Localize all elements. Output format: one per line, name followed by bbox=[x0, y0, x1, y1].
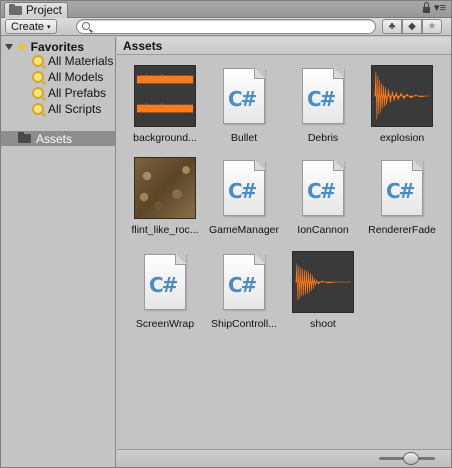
expand-triangle-icon[interactable] bbox=[5, 43, 13, 50]
toolbar: Create ▾ ♣ ◆ ★ bbox=[1, 18, 451, 36]
folder-icon bbox=[9, 4, 22, 15]
favorites-item-all-prefabs[interactable]: All Prefabs bbox=[32, 85, 106, 101]
favorites-item-label: All Prefabs bbox=[48, 86, 107, 100]
asset-label: GameManager bbox=[208, 224, 280, 236]
asset-item[interactable]: C# Debris bbox=[284, 65, 362, 157]
asset-thumbnail: C# bbox=[213, 65, 275, 127]
sidebar: ★ Favorites All Materials All Models All… bbox=[1, 37, 116, 467]
asset-item[interactable]: C# Bullet bbox=[205, 65, 283, 157]
breadcrumb-assets[interactable]: Assets bbox=[123, 39, 162, 53]
create-dropdown-button[interactable]: Create ▾ bbox=[5, 19, 57, 34]
folder-icon bbox=[18, 132, 31, 143]
asset-label: background... bbox=[133, 132, 197, 144]
asset-item[interactable]: C# RendererFade bbox=[363, 157, 441, 249]
tab-project[interactable]: Project bbox=[4, 2, 68, 18]
breadcrumb: Assets bbox=[117, 37, 451, 55]
star-icon: ★ bbox=[427, 21, 437, 32]
sidebar-item-assets[interactable]: Assets bbox=[1, 131, 115, 146]
asset-thumbnail: C# bbox=[213, 157, 275, 219]
tab-bar: Project ▾≡ bbox=[1, 1, 451, 18]
asset-item[interactable]: flint_like_roc... bbox=[126, 157, 204, 249]
favorites-header[interactable]: ★ Favorites bbox=[5, 39, 84, 54]
saved-search-icon bbox=[32, 87, 44, 99]
csharp-script-icon: C# bbox=[302, 68, 344, 124]
save-search-favorite-button[interactable]: ★ bbox=[422, 19, 442, 34]
audio-waveform-icon bbox=[292, 251, 354, 313]
csharp-script-icon: C# bbox=[144, 254, 186, 310]
asset-label: Debris bbox=[307, 132, 339, 144]
search-by-label-button[interactable]: ◆ bbox=[402, 19, 422, 34]
favorites-item-all-models[interactable]: All Models bbox=[32, 69, 103, 85]
asset-thumbnail bbox=[371, 65, 433, 127]
asset-label: explosion bbox=[379, 132, 425, 144]
asset-label: IonCannon bbox=[297, 224, 349, 236]
csharp-script-icon: C# bbox=[223, 68, 265, 124]
asset-item[interactable]: background... bbox=[126, 65, 204, 157]
asset-item[interactable]: C# IonCannon bbox=[284, 157, 362, 249]
saved-search-icon bbox=[32, 55, 44, 67]
csharp-script-icon: C# bbox=[223, 160, 265, 216]
asset-label: shoot bbox=[310, 318, 336, 330]
asset-thumbnail: C# bbox=[134, 251, 196, 313]
asset-browser: Assets background... C# Bullet C# Debris… bbox=[117, 37, 451, 468]
type-filter-icon: ♣ bbox=[388, 21, 396, 32]
asset-thumbnail: C# bbox=[213, 251, 275, 313]
asset-thumbnail bbox=[292, 251, 354, 313]
asset-label: Bullet bbox=[230, 132, 258, 144]
tab-controls: ▾≡ bbox=[423, 2, 446, 14]
asset-item[interactable]: shoot bbox=[284, 251, 362, 343]
asset-item[interactable]: C# ScreenWrap bbox=[126, 251, 204, 343]
search-field[interactable] bbox=[76, 19, 376, 34]
asset-item[interactable]: C# GameManager bbox=[205, 157, 283, 249]
search-by-type-button[interactable]: ♣ bbox=[382, 19, 402, 34]
asset-item[interactable]: explosion bbox=[363, 65, 441, 157]
status-bar bbox=[117, 449, 451, 468]
asset-thumbnail: C# bbox=[292, 65, 354, 127]
csharp-script-icon: C# bbox=[302, 160, 344, 216]
favorites-item-label: All Scripts bbox=[48, 102, 102, 116]
tab-menu-icon[interactable]: ▾≡ bbox=[434, 3, 446, 14]
search-icon bbox=[82, 22, 90, 30]
favorites-star-icon: ★ bbox=[16, 38, 28, 54]
asset-thumbnail: C# bbox=[371, 157, 433, 219]
asset-label: ShipControll... bbox=[211, 318, 277, 330]
favorites-label: Favorites bbox=[30, 39, 85, 54]
csharp-script-icon: C# bbox=[381, 160, 423, 216]
asset-label: ScreenWrap bbox=[135, 318, 195, 330]
asset-thumbnail: C# bbox=[292, 157, 354, 219]
saved-search-icon bbox=[32, 71, 44, 83]
audio-waveform-icon bbox=[371, 65, 433, 127]
chevron-down-icon: ▾ bbox=[47, 23, 51, 31]
tab-project-label: Project bbox=[26, 4, 62, 17]
favorites-item-all-materials[interactable]: All Materials bbox=[32, 53, 113, 69]
asset-label: RendererFade bbox=[368, 224, 436, 236]
texture-thumbnail-icon bbox=[134, 157, 196, 219]
label-tag-icon: ◆ bbox=[408, 21, 416, 32]
create-label: Create bbox=[11, 20, 45, 33]
asset-thumbnail bbox=[134, 157, 196, 219]
sidebar-item-label: Assets bbox=[36, 131, 73, 146]
csharp-script-icon: C# bbox=[223, 254, 265, 310]
asset-label: flint_like_roc... bbox=[131, 224, 199, 236]
project-window: Project ▾≡ Create ▾ ♣ ◆ ★ ★ Favorites Al… bbox=[0, 0, 452, 468]
lock-icon[interactable] bbox=[423, 2, 431, 13]
audio-waveform-icon bbox=[134, 65, 196, 127]
saved-search-icon bbox=[32, 103, 44, 115]
favorites-item-label: All Models bbox=[48, 70, 104, 84]
asset-thumbnail bbox=[134, 65, 196, 127]
asset-item[interactable]: C# ShipControll... bbox=[205, 251, 283, 343]
favorites-item-label: All Materials bbox=[48, 54, 114, 68]
favorites-item-all-scripts[interactable]: All Scripts bbox=[32, 101, 101, 117]
